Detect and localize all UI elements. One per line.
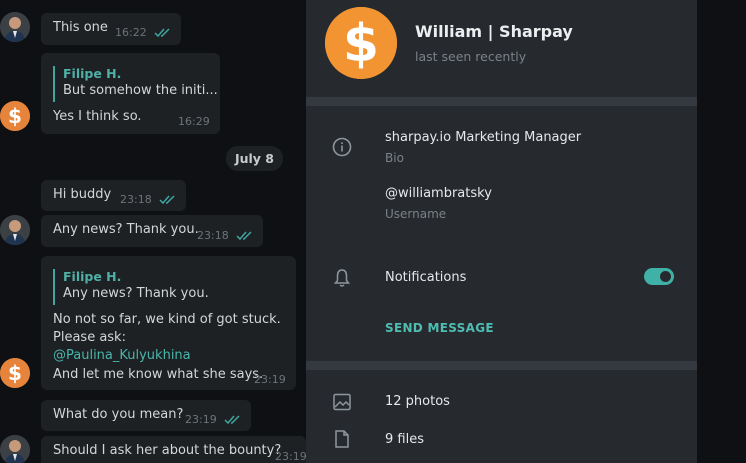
- photos-link[interactable]: 12 photos: [385, 394, 450, 409]
- send-message-button[interactable]: SEND MESSAGE: [385, 321, 494, 335]
- bio-label: Bio: [385, 151, 404, 165]
- section-divider: [306, 97, 697, 106]
- message-text: Should I ask her about the bounty?: [53, 443, 282, 458]
- message-time: 16:29: [178, 115, 210, 128]
- message-line: No not so far, we kind of got stuck.: [53, 312, 281, 327]
- person-photo-icon: [0, 215, 30, 245]
- dollar-logo-icon: $: [325, 7, 397, 79]
- profile-avatar[interactable]: $: [325, 7, 397, 79]
- file-icon: [335, 430, 349, 448]
- message-bubble[interactable]: This one 16:22: [41, 13, 181, 45]
- date-divider: July 8: [226, 146, 283, 171]
- sharpay-avatar[interactable]: $: [0, 101, 30, 131]
- reply-quote[interactable]: Filipe H. Any news? Thank you.: [53, 269, 209, 305]
- bell-icon: [333, 269, 351, 287]
- message-bubble[interactable]: Any news? Thank you. 23:18: [41, 215, 263, 247]
- username-label: Username: [385, 207, 447, 221]
- reply-quote[interactable]: Filipe H. But somehow the initi...: [53, 66, 218, 102]
- sharpay-avatar[interactable]: $: [0, 358, 30, 388]
- mention-link[interactable]: @Paulina_Kulyukhina: [53, 348, 191, 363]
- notifications-toggle[interactable]: [644, 268, 674, 285]
- reply-author: Filipe H.: [63, 269, 122, 284]
- message-time: 23:19: [275, 450, 306, 463]
- double-check-icon: [154, 28, 170, 38]
- image-icon: [333, 393, 351, 411]
- message-time: 23:19: [254, 373, 286, 386]
- message-text: This one: [53, 20, 108, 35]
- message-time: 23:19: [185, 413, 217, 426]
- message-bubble[interactable]: Hi buddy 23:18: [41, 180, 186, 211]
- double-check-icon: [236, 231, 252, 241]
- profile-name: William | Sharpay: [415, 22, 573, 41]
- username-value[interactable]: @williambratsky: [385, 186, 492, 201]
- message-bubble-reply[interactable]: Filipe H. Any news? Thank you. No not so…: [41, 256, 296, 390]
- dollar-logo-icon: $: [0, 358, 30, 388]
- message-time: 23:18: [120, 193, 152, 206]
- toggle-knob: [658, 269, 673, 284]
- message-text: What do you mean?: [53, 407, 184, 422]
- window-backdrop: [697, 0, 746, 463]
- svg-text:$: $: [8, 361, 22, 385]
- reply-text: Any news? Thank you.: [63, 286, 209, 301]
- chat-history[interactable]: This one 16:22 Filipe H. But somehow the…: [0, 0, 306, 463]
- notifications-label: Notifications: [385, 270, 467, 285]
- message-line: Please ask:: [53, 330, 126, 345]
- files-link[interactable]: 9 files: [385, 432, 424, 447]
- message-time: 16:22: [115, 26, 147, 39]
- svg-text:$: $: [8, 104, 22, 128]
- user-avatar-photo[interactable]: [0, 435, 30, 463]
- dollar-logo-icon: $: [0, 101, 30, 131]
- section-divider: [306, 361, 697, 370]
- message-bubble[interactable]: Should I ask her about the bounty? 23:19: [41, 436, 306, 463]
- double-check-icon: [159, 195, 175, 205]
- person-photo-icon: [0, 12, 30, 42]
- user-avatar-photo[interactable]: [0, 12, 30, 42]
- info-icon: [332, 137, 352, 157]
- message-bubble-reply[interactable]: Filipe H. But somehow the initi... Yes I…: [41, 53, 220, 134]
- message-text: Any news? Thank you.: [53, 222, 199, 237]
- message-line: And let me know what she says.: [53, 367, 264, 382]
- reply-text: But somehow the initi...: [63, 83, 218, 98]
- message-time: 23:18: [197, 229, 229, 242]
- bio-value: sharpay.io Marketing Manager: [385, 130, 582, 145]
- reply-author: Filipe H.: [63, 66, 122, 81]
- message-bubble[interactable]: What do you mean? 23:19: [41, 400, 251, 431]
- message-text: Yes I think so.: [53, 109, 142, 124]
- profile-status: last seen recently: [415, 49, 527, 64]
- svg-text:$: $: [343, 14, 379, 74]
- message-text: Hi buddy: [53, 187, 112, 202]
- user-avatar-photo[interactable]: [0, 215, 30, 245]
- person-photo-icon: [0, 435, 30, 463]
- double-check-icon: [224, 415, 240, 425]
- profile-panel: $ William | Sharpay last seen recently s…: [306, 0, 697, 463]
